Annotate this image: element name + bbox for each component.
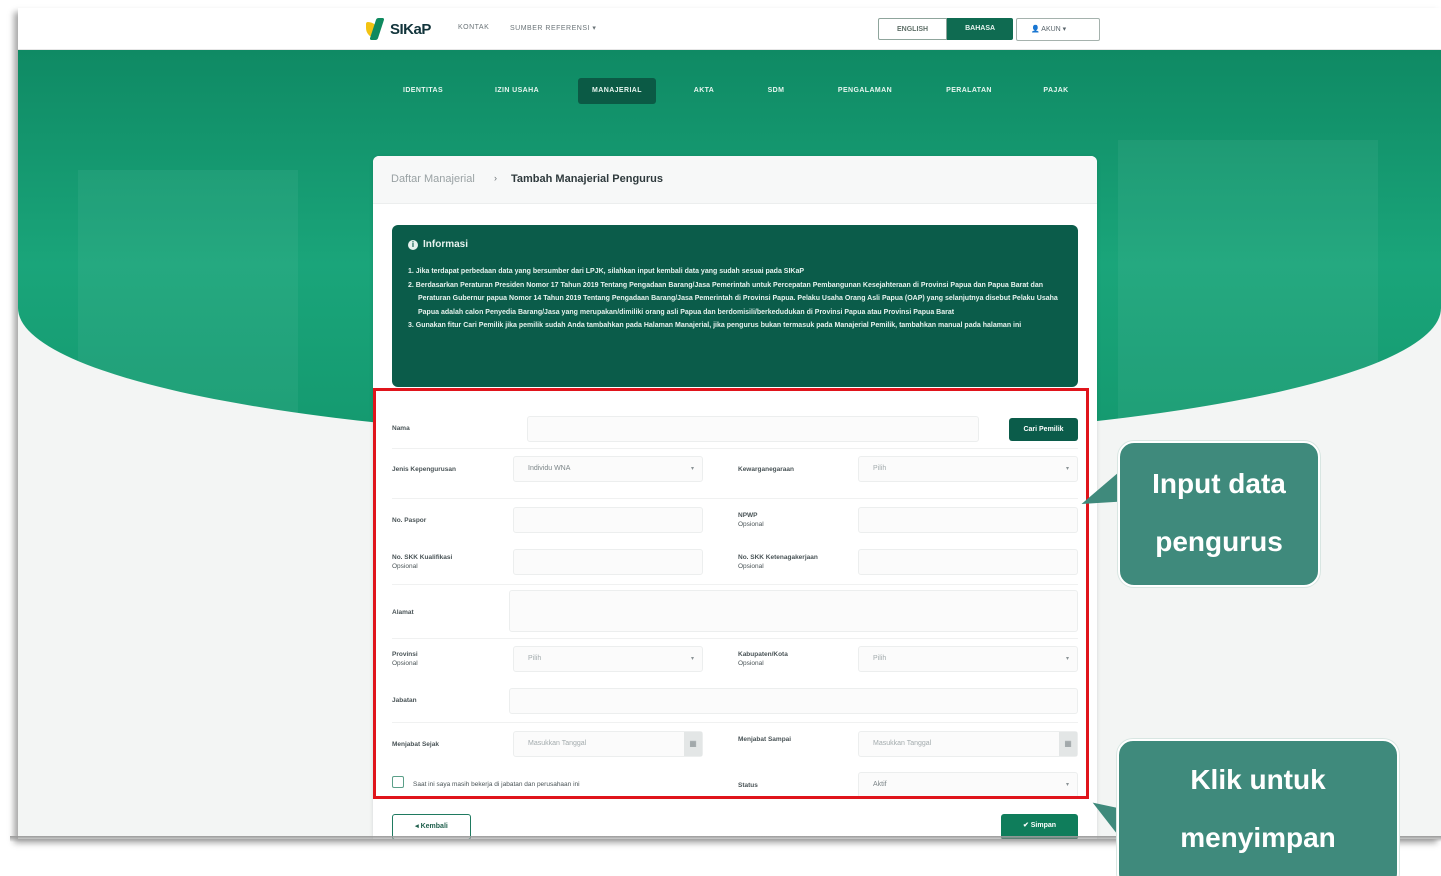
information-item: 3. Gunakan fitur Cari Pemilik jika pemil… <box>408 322 1022 330</box>
paspor-input[interactable] <box>513 507 703 533</box>
alamat-label: Alamat <box>392 609 414 616</box>
nav-kontak[interactable]: KONTAK <box>458 24 489 31</box>
breadcrumb-daftar-manajerial[interactable]: Daftar Manajerial <box>391 173 475 185</box>
callout-text: Klik untuk <box>1190 764 1326 795</box>
chevron-down-icon: ▾ <box>1065 656 1069 662</box>
jabatan-label: Jabatan <box>392 697 417 704</box>
kabupaten-kota-value: Pilih <box>873 655 887 662</box>
account-label: AKUN ▾ <box>1041 26 1067 33</box>
breadcrumb-separator-icon: › <box>494 173 497 183</box>
menjabat-sampai-datepicker[interactable]: Masukkan Tanggal ▦ <box>858 731 1078 757</box>
skk-ketenagakerjaan-input[interactable] <box>858 549 1078 575</box>
chevron-down-icon: ▾ <box>690 656 694 662</box>
logo-text: SIKaP <box>390 20 431 38</box>
calendar-icon[interactable]: ▦ <box>684 732 702 756</box>
provinsi-label: Provinsi Opsional <box>392 651 418 667</box>
sikap-logo[interactable]: SIKaP <box>366 18 431 40</box>
jabatan-input[interactable] <box>509 688 1078 714</box>
information-panel: i Informasi 1. Jika terdapat perbedaan d… <box>392 225 1078 387</box>
menu-izin-usaha[interactable]: IZIN USAHA <box>478 78 556 104</box>
masih-bekerja-checkbox[interactable] <box>392 776 404 788</box>
row-divider <box>392 498 1078 499</box>
user-icon: 👤 <box>1031 26 1042 33</box>
menu-akta[interactable]: AKTA <box>682 78 726 104</box>
lang-english-button[interactable]: ENGLISH <box>878 18 948 40</box>
jenis-kepengurusan-value: Individu WNA <box>528 465 571 472</box>
menu-peralatan[interactable]: PERALATAN <box>930 78 1008 104</box>
npwp-label: NPWP Opsional <box>738 512 764 528</box>
building-silhouette-right <box>1118 140 1378 440</box>
top-navbar: SIKaP KONTAK SUMBER REFERENSI ▾ ENGLISH … <box>18 8 1441 50</box>
kabupaten-kota-select[interactable]: Pilih ▾ <box>858 646 1078 672</box>
nama-input[interactable] <box>527 416 979 442</box>
info-icon: i <box>408 239 418 250</box>
callout-text: Input data <box>1152 468 1286 499</box>
menu-pajak[interactable]: PAJAK <box>1032 78 1080 104</box>
logo-mark-icon <box>366 18 386 40</box>
cari-pemilik-button[interactable]: Cari Pemilik <box>1009 418 1078 441</box>
status-select[interactable]: Aktif ▾ <box>858 772 1078 798</box>
menjabat-sejak-label: Menjabat Sejak <box>392 741 439 748</box>
menu-pengalaman[interactable]: PENGALAMAN <box>824 78 906 104</box>
callout-input-data-pengurus: Input data pengurus <box>1118 441 1320 587</box>
chevron-down-icon: ▾ <box>1065 782 1069 788</box>
menjabat-sejak-datepicker[interactable]: Masukkan Tanggal ▦ <box>513 731 703 757</box>
calendar-icon[interactable]: ▦ <box>1059 732 1077 756</box>
menjabat-sampai-label: Menjabat Sampai <box>738 736 792 743</box>
menu-identitas[interactable]: IDENTITAS <box>388 78 458 104</box>
kewarganegaraan-value: Pilih <box>873 465 887 472</box>
information-title-text: Informasi <box>423 239 469 250</box>
npwp-input[interactable] <box>858 507 1078 533</box>
paspor-label: No. Paspor <box>392 517 427 524</box>
building-silhouette-left <box>78 170 298 440</box>
chevron-down-icon: ▾ <box>690 466 694 472</box>
information-item: 2. Berdasarkan Peraturan Presiden Nomor … <box>408 281 1058 316</box>
jenis-kepengurusan-select[interactable]: Individu WNA ▾ <box>513 456 703 482</box>
callout-text: menyimpan <box>1180 822 1336 853</box>
account-menu[interactable]: 👤 AKUN ▾ <box>1016 18 1100 41</box>
row-divider <box>392 638 1078 639</box>
skk-ketenagakerjaan-label: No. SKK Ketenagakerjaan Opsional <box>738 554 818 570</box>
nav-sumber-referensi[interactable]: SUMBER REFERENSI ▾ <box>510 24 596 32</box>
kabupaten-kota-label: Kabupaten/Kota Opsional <box>738 651 788 667</box>
form-card: Daftar Manajerial › Tambah Manajerial Pe… <box>373 156 1097 839</box>
menjabat-sampai-placeholder: Masukkan Tanggal <box>873 740 932 747</box>
breadcrumb: Daftar Manajerial › Tambah Manajerial Pe… <box>373 156 1097 204</box>
status-value: Aktif <box>873 781 887 788</box>
main-menu: IDENTITAS IZIN USAHA MANAJERIAL AKTA SDM… <box>18 78 1441 108</box>
kewarganegaraan-label: Kewarganegaraan <box>738 466 794 473</box>
masih-bekerja-label: Saat ini saya masih bekerja di jabatan d… <box>413 781 580 788</box>
provinsi-select[interactable]: Pilih ▾ <box>513 646 703 672</box>
status-label: Status <box>738 782 758 789</box>
row-divider <box>392 448 1078 449</box>
kewarganegaraan-select[interactable]: Pilih ▾ <box>858 456 1078 482</box>
information-item: 1. Jika terdapat perbedaan data yang ber… <box>408 268 805 275</box>
browser-screenshot: IDENTITAS IZIN USAHA MANAJERIAL AKTA SDM… <box>18 8 1441 839</box>
chevron-down-icon: ▾ <box>1065 466 1069 472</box>
simpan-button[interactable]: ✔ Simpan <box>1001 814 1078 838</box>
skk-kualifikasi-label: No. SKK Kualifikasi Opsional <box>392 554 453 570</box>
row-divider <box>392 722 1078 723</box>
provinsi-value: Pilih <box>528 655 542 662</box>
skk-kualifikasi-input[interactable] <box>513 549 703 575</box>
nama-label: Nama <box>392 425 410 432</box>
breadcrumb-current: Tambah Manajerial Pengurus <box>511 173 664 185</box>
menu-manajerial[interactable]: MANAJERIAL <box>578 78 656 104</box>
menjabat-sejak-placeholder: Masukkan Tanggal <box>528 740 587 747</box>
menu-sdm[interactable]: SDM <box>754 78 798 104</box>
row-divider <box>392 584 1078 585</box>
language-switch: ENGLISH BAHASA <box>878 18 1014 40</box>
information-list: 1. Jika terdapat perbedaan data yang ber… <box>408 265 1058 333</box>
alamat-textarea[interactable] <box>509 590 1078 632</box>
lang-bahasa-button[interactable]: BAHASA <box>947 18 1014 40</box>
callout-klik-untuk-menyimpan: Klik untuk menyimpan <box>1117 739 1399 876</box>
information-title: i Informasi <box>408 239 468 250</box>
callout-text: pengurus <box>1155 526 1283 557</box>
jenis-kepengurusan-label: Jenis Kepengurusan <box>392 466 456 473</box>
tutorial-figure: IDENTITAS IZIN USAHA MANAJERIAL AKTA SDM… <box>0 0 1441 876</box>
